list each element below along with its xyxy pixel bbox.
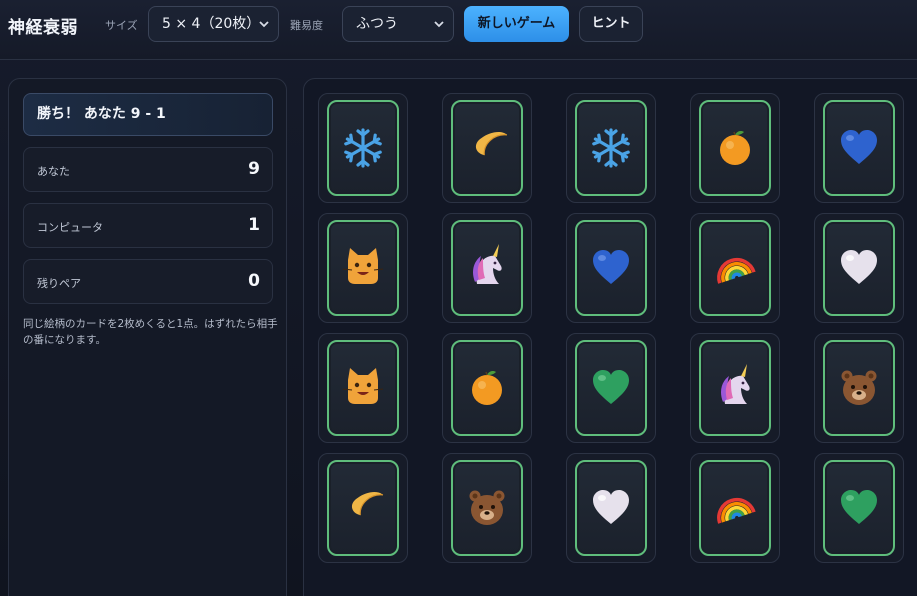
score-player: あなた 9 bbox=[23, 147, 273, 192]
rules-text: 同じ絵柄のカードを2枚めくると1点。はずれたら相手の番になります。 bbox=[23, 318, 278, 346]
difficulty-select-value: ふつう bbox=[356, 16, 398, 32]
memory-card-rainbow[interactable] bbox=[699, 220, 771, 316]
card-slot bbox=[814, 93, 904, 203]
game-status: 勝ち！ あなた 9 - 1 bbox=[23, 93, 273, 136]
score-remaining-pairs: 残りペア 0 bbox=[23, 259, 273, 304]
memory-card-rainbow[interactable] bbox=[699, 460, 771, 556]
card-slot bbox=[318, 213, 408, 323]
card-slot bbox=[318, 93, 408, 203]
card-slot bbox=[442, 333, 532, 443]
score-value: 9 bbox=[248, 159, 260, 179]
app-title: 神経衰弱 bbox=[8, 18, 78, 38]
card-slot bbox=[566, 333, 656, 443]
memory-card-green-heart[interactable] bbox=[823, 460, 895, 556]
memory-card-unicorn[interactable] bbox=[451, 220, 523, 316]
card-slot bbox=[690, 453, 780, 563]
memory-card-bear[interactable] bbox=[823, 340, 895, 436]
card-slot bbox=[814, 333, 904, 443]
memory-card-blue-heart[interactable] bbox=[823, 100, 895, 196]
score-value: 1 bbox=[248, 215, 260, 235]
score-panel: 勝ち！ あなた 9 - 1 あなた 9 コンピュータ 1 残りペア 0 同じ絵柄… bbox=[8, 78, 287, 596]
card-slot bbox=[566, 93, 656, 203]
memory-card-white-heart[interactable] bbox=[823, 220, 895, 316]
card-slot bbox=[318, 333, 408, 443]
card-slot bbox=[566, 213, 656, 323]
memory-card-crescent-moon[interactable] bbox=[451, 100, 523, 196]
card-slot bbox=[442, 93, 532, 203]
memory-card-unicorn[interactable] bbox=[699, 340, 771, 436]
memory-card-bear[interactable] bbox=[451, 460, 523, 556]
memory-card-cat[interactable] bbox=[327, 340, 399, 436]
memory-card-white-heart[interactable] bbox=[575, 460, 647, 556]
memory-card-cat[interactable] bbox=[327, 220, 399, 316]
top-toolbar: 神経衰弱 サイズ 5 × 4（20枚） 難易度 ふつう 新しいゲーム ヒント bbox=[0, 0, 917, 60]
score-computer: コンピュータ 1 bbox=[23, 203, 273, 248]
score-label: あなた bbox=[37, 165, 70, 178]
memory-card-orange[interactable] bbox=[699, 100, 771, 196]
card-slot bbox=[690, 333, 780, 443]
memory-card-snowflake[interactable] bbox=[327, 100, 399, 196]
hint-button[interactable]: ヒント bbox=[579, 6, 643, 42]
card-slot bbox=[318, 453, 408, 563]
memory-card-snowflake[interactable] bbox=[575, 100, 647, 196]
memory-card-green-heart[interactable] bbox=[575, 340, 647, 436]
card-slot bbox=[566, 453, 656, 563]
memory-card-crescent-moon[interactable] bbox=[327, 460, 399, 556]
chevron-down-icon bbox=[434, 7, 444, 56]
card-slot bbox=[814, 453, 904, 563]
new-game-button[interactable]: 新しいゲーム bbox=[464, 6, 569, 42]
difficulty-label: 難易度 bbox=[290, 19, 323, 32]
card-slot bbox=[814, 213, 904, 323]
score-value: 0 bbox=[248, 271, 260, 291]
difficulty-select[interactable]: ふつう bbox=[342, 6, 454, 42]
card-slot bbox=[690, 213, 780, 323]
card-slot bbox=[442, 453, 532, 563]
memory-card-blue-heart[interactable] bbox=[575, 220, 647, 316]
memory-card-orange[interactable] bbox=[451, 340, 523, 436]
score-label: 残りペア bbox=[37, 277, 81, 290]
chevron-down-icon bbox=[259, 7, 269, 56]
size-select-value: 5 × 4（20枚） bbox=[162, 16, 261, 32]
size-select[interactable]: 5 × 4（20枚） bbox=[148, 6, 279, 42]
size-label: サイズ bbox=[105, 19, 138, 32]
card-slot bbox=[442, 213, 532, 323]
score-label: コンピュータ bbox=[37, 221, 103, 234]
card-slot bbox=[690, 93, 780, 203]
